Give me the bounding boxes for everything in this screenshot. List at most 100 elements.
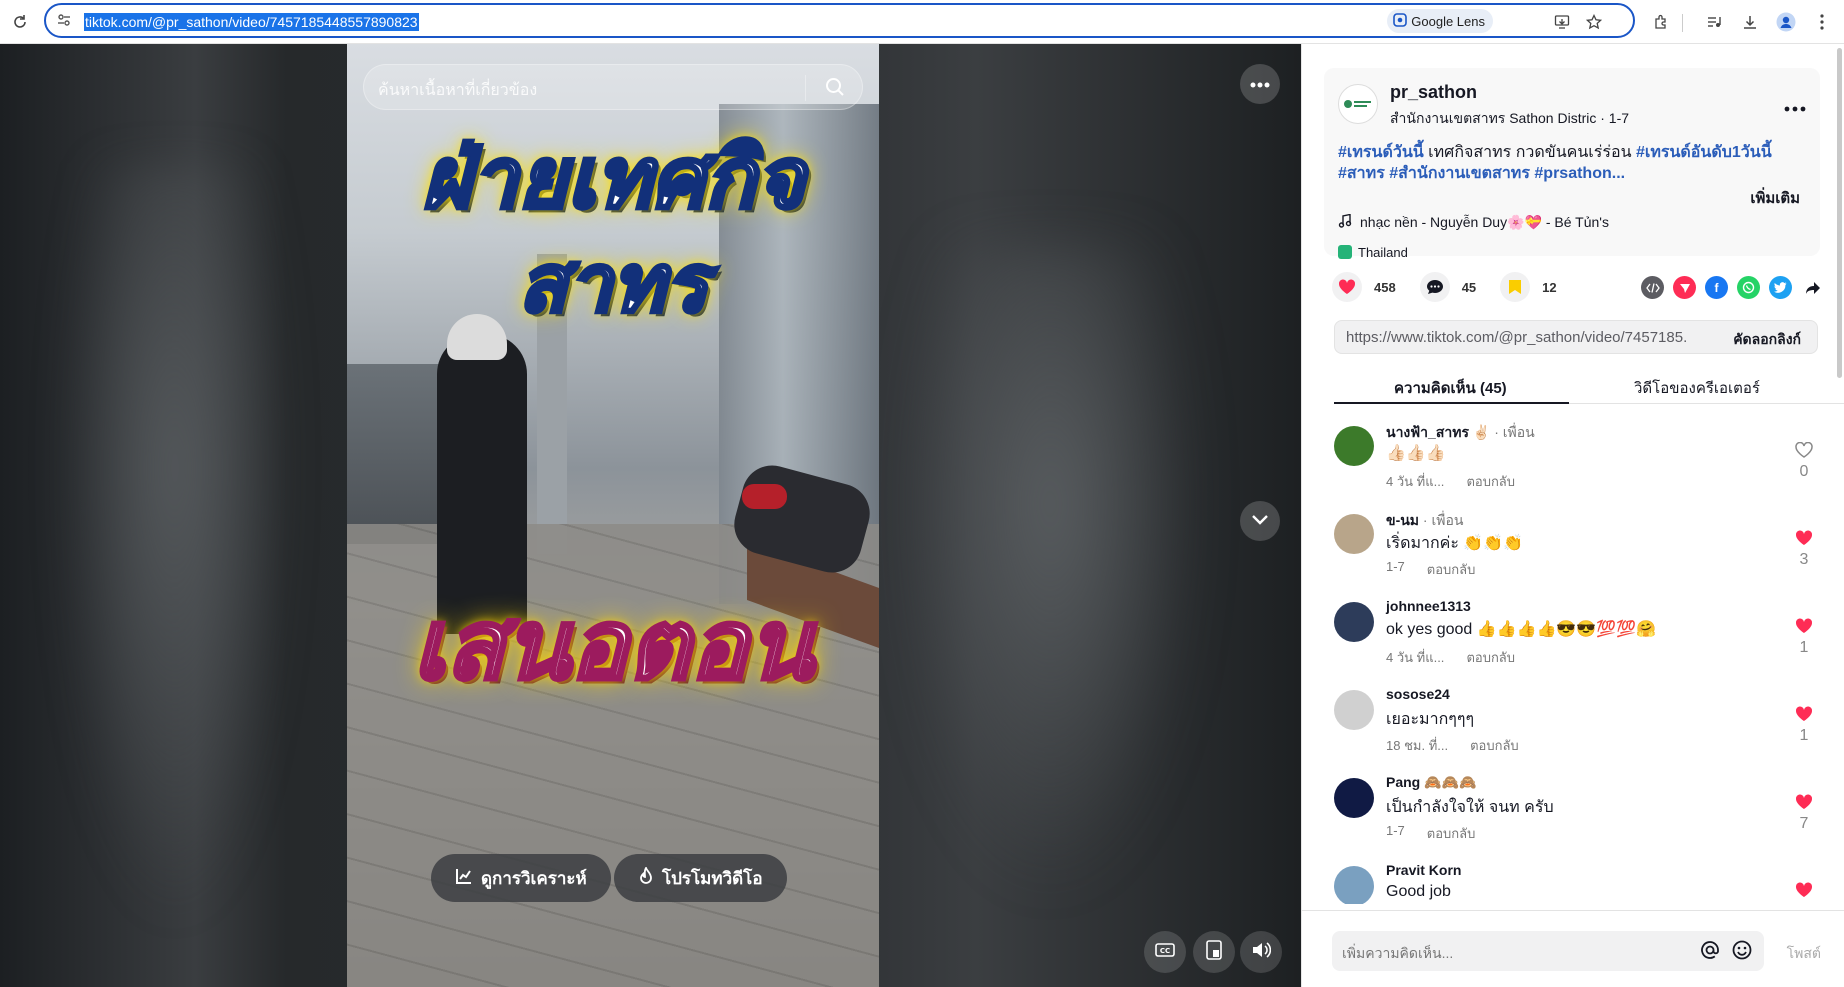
extensions-icon[interactable] (1647, 8, 1675, 36)
address-bar[interactable]: tiktok.com/@pr_sathon/video/745718544855… (44, 3, 1635, 38)
heart-icon[interactable] (1795, 530, 1813, 550)
commenter-username[interactable]: sosose24 (1386, 686, 1450, 702)
embed-icon[interactable] (1641, 276, 1664, 299)
hashtag-link[interactable]: #สาทร (1338, 165, 1385, 182)
save-button[interactable] (1500, 272, 1531, 302)
related-search-placeholder[interactable]: ค้นหาเนื้อหาที่เกี่ยวข้อง (378, 78, 537, 103)
panel-tabs: ความคิดเห็น (45) วิดีโอของครีเอเตอร์ (1334, 364, 1844, 404)
whatsapp-icon[interactable] (1737, 276, 1760, 299)
comment-like[interactable]: 1 (1794, 706, 1814, 745)
commenter-name[interactable]: Pravit Korn (1386, 862, 1461, 878)
location-pin-icon (1338, 245, 1352, 259)
view-analytics-button[interactable]: ดูการวิเคราะห์ (431, 854, 611, 902)
bookmark-star-icon[interactable] (1583, 11, 1605, 33)
commenter-name[interactable]: johnnee1313 (1386, 598, 1471, 614)
reply-button[interactable]: ตอบกลับ (1466, 471, 1515, 492)
commenter-username[interactable]: นางฟ้า_สาทร ✌🏻 (1386, 424, 1490, 440)
reload-icon[interactable] (6, 8, 34, 36)
commenter-name[interactable]: sosose24 (1386, 686, 1450, 702)
video-link-url[interactable]: https://www.tiktok.com/@pr_sathon/video/… (1346, 329, 1686, 346)
panel-scrollbar[interactable] (1837, 48, 1842, 378)
send-to-friends-icon[interactable] (1673, 276, 1696, 299)
captions-button[interactable]: CC (1144, 931, 1186, 973)
comment-meta: 4 วัน ที่แ... ตอบกลับ (1386, 471, 1515, 492)
see-more-button[interactable]: เพิ่มเติม (1750, 186, 1800, 210)
comment-like[interactable] (1794, 882, 1814, 903)
search-icon[interactable] (824, 76, 848, 100)
related-search-bar[interactable]: ค้นหาเนื้อหาที่เกี่ยวข้อง (363, 64, 863, 110)
heart-icon[interactable] (1795, 618, 1813, 638)
flame-icon (638, 865, 654, 890)
commenter-avatar[interactable] (1334, 602, 1374, 642)
author-username[interactable]: pr_sathon (1390, 82, 1477, 103)
floating-player-button[interactable] (1193, 931, 1235, 973)
commenter-username[interactable]: ข-นม (1386, 512, 1419, 528)
mention-icon[interactable] (1700, 940, 1720, 966)
view-analytics-label: ดูการวิเคราะห์ (481, 868, 587, 889)
commenter-avatar[interactable] (1334, 690, 1374, 730)
google-lens-button[interactable]: Google Lens (1387, 9, 1493, 33)
facebook-icon[interactable]: f (1705, 276, 1728, 299)
hashtag-link[interactable]: #สำนักงานเขตสาทร (1389, 165, 1530, 182)
commenter-avatar[interactable] (1334, 426, 1374, 466)
commenter-name[interactable]: ข-นม · เพื่อน (1386, 510, 1463, 532)
commenter-name[interactable]: Pang 🙈🙈🙈 (1386, 774, 1476, 791)
commenter-avatar[interactable] (1334, 514, 1374, 554)
svg-text:CC: CC (1160, 947, 1170, 955)
video-description: #เทรนด์วันนี้ เทศกิจสาทร กวดขันคนเร่ร่อน… (1338, 142, 1808, 184)
emoji-icon[interactable] (1732, 940, 1752, 966)
comment-item: johnnee1313 ok yes good 👍👍👍👍😎😎💯💯🤗 4 วัน ที… (1334, 588, 1814, 676)
music-link[interactable]: nhạc nền - Nguyễn Duy🌸💝 - Bé Tủn's (1338, 213, 1609, 231)
promote-video-button[interactable]: โปรโมทวิดีโอ (614, 854, 787, 902)
author-avatar[interactable] (1338, 84, 1378, 124)
heart-icon[interactable] (1795, 794, 1813, 814)
site-settings-icon[interactable] (56, 12, 72, 33)
comment-like[interactable]: 3 (1794, 530, 1814, 569)
post-comment-button[interactable]: โพสต์ (1787, 943, 1821, 965)
copy-link-button[interactable]: คัดลอกลิงก์ (1733, 329, 1801, 351)
hashtag-link[interactable]: #เทรนด์อันดับ1วันนี้ (1636, 144, 1772, 161)
commenter-username[interactable]: Pravit Korn (1386, 862, 1461, 878)
next-video-button[interactable] (1240, 501, 1280, 541)
comment-input[interactable]: เพิ่มความคิดเห็น... (1332, 931, 1764, 971)
volume-button[interactable] (1240, 931, 1282, 973)
reply-button[interactable]: ตอบกลับ (1427, 559, 1476, 580)
more-horizontal-icon (1250, 75, 1270, 93)
reply-button[interactable]: ตอบกลับ (1470, 735, 1519, 756)
url-text[interactable]: tiktok.com/@pr_sathon/video/745718544855… (84, 13, 419, 31)
twitter-icon[interactable] (1769, 276, 1792, 299)
commenter-username[interactable]: johnnee1313 (1386, 598, 1471, 614)
lens-icon (1393, 12, 1408, 30)
tab-comments[interactable]: ความคิดเห็น (45) (1394, 376, 1507, 400)
heart-icon[interactable] (1795, 441, 1813, 462)
hashtag-link[interactable]: #เทรนด์วันนี้ (1338, 144, 1424, 161)
hashtag-link[interactable]: #prsathon... (1534, 165, 1625, 182)
share-arrow-icon[interactable] (1801, 276, 1824, 299)
overlay-title-line3: เสนอตอน (411, 587, 815, 703)
commenter-username[interactable]: Pang 🙈🙈🙈 (1386, 774, 1476, 790)
media-controls-icon[interactable] (1700, 8, 1728, 36)
heart-icon[interactable] (1795, 706, 1813, 726)
browser-menu-icon[interactable] (1808, 8, 1836, 36)
commenter-avatar[interactable] (1334, 778, 1374, 818)
reply-button[interactable]: ตอบกลับ (1466, 647, 1515, 668)
install-app-icon[interactable] (1551, 11, 1573, 33)
heart-icon[interactable] (1795, 882, 1813, 902)
comment-like[interactable]: 7 (1794, 794, 1814, 833)
profile-icon[interactable] (1772, 8, 1800, 36)
tab-creator-videos[interactable]: วิดีโอของครีเอเตอร์ (1634, 376, 1760, 400)
like-button[interactable] (1332, 272, 1362, 302)
comment-meta: 18 ชม. ที่... ตอบกลับ (1386, 735, 1519, 756)
reply-button[interactable]: ตอบกลับ (1427, 823, 1476, 844)
location-tag[interactable]: Thailand (1338, 242, 1408, 262)
comment-button[interactable] (1419, 272, 1450, 302)
comment-like[interactable]: 1 (1794, 618, 1814, 657)
commenter-avatar[interactable] (1334, 866, 1374, 904)
downloads-icon[interactable] (1736, 8, 1764, 36)
comment-like[interactable]: 0 (1794, 441, 1814, 481)
video-frame[interactable]: ฝ่ายเทศกิจ สาทร เสนอตอน (347, 44, 879, 987)
commenter-name[interactable]: นางฟ้า_สาทร ✌🏻 · เพื่อน (1386, 422, 1535, 444)
more-options-icon[interactable] (1784, 92, 1806, 118)
more-options-button[interactable] (1240, 64, 1280, 104)
blurred-background-left (60, 164, 290, 924)
